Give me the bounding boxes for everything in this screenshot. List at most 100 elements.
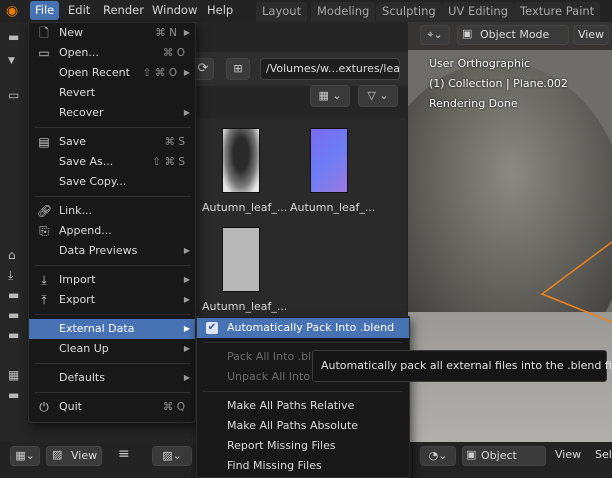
folder-icon[interactable]: ▬ — [8, 30, 19, 44]
tab-texture-paint[interactable]: Texture Paint — [514, 2, 601, 22]
submenu-arrow-icon: ▶ — [183, 295, 190, 304]
menu-item-auto-pack[interactable]: ✔ Automatically Pack Into .blend — [197, 318, 409, 338]
tab-sculpting[interactable]: Sculpting — [376, 2, 442, 22]
menu-help[interactable]: Help — [202, 1, 238, 20]
menu-separator — [203, 342, 403, 343]
menu-item-save-as[interactable]: Save As... ⇧ ⌘ S — [29, 152, 195, 172]
menu-item-data-previews[interactable]: Data Previews ▶ — [29, 241, 195, 261]
view-menu-bottom[interactable]: View — [555, 448, 581, 461]
menu-item-label: Defaults — [59, 371, 105, 384]
menu-item-open[interactable]: ▭ Open... ⌘ O — [29, 43, 195, 63]
shortcut-label: ⌘ Q — [162, 401, 185, 413]
file-browser-header: ⟳ ⊞ /Volumes/w...extures/leaf/ — [192, 52, 408, 86]
folder-icon-5[interactable]: ▬ — [8, 388, 19, 402]
menu-window[interactable]: Window — [147, 1, 202, 20]
viewport-info-line: User Orthographic — [429, 57, 531, 70]
image-icon[interactable]: ▦ — [8, 368, 19, 382]
collapse-arrow-icon[interactable]: ▼ — [8, 56, 15, 66]
path-field[interactable]: /Volumes/w...extures/leaf/ — [260, 58, 400, 80]
menu-item-label: Link... — [59, 204, 93, 217]
thumbnail-label: Autumn_leaf_... — [290, 201, 376, 214]
menu-item-link[interactable]: 🔗︎ Link... — [29, 201, 195, 221]
menu-item-quit[interactable]: ⏻ Quit ⌘ Q — [29, 397, 195, 417]
checkbox-checked-icon[interactable]: ✔ — [206, 322, 218, 334]
blender-logo-icon[interactable]: ◉ — [6, 3, 24, 19]
object-icon: ▣ — [466, 448, 477, 461]
left-toolbar: ▬ ▼ ▭ ⌂ ⤓ ▬ ▬ ▬ ▦ ▬ — [0, 22, 28, 442]
menu-item-find-missing-files[interactable]: Find Missing Files — [197, 456, 409, 476]
menu-item-label: Clean Up — [59, 342, 109, 355]
tab-modeling[interactable]: Modeling — [311, 2, 376, 22]
menu-item-label: Export — [59, 293, 96, 306]
menu-render[interactable]: Render — [98, 1, 149, 20]
shortcut-label: ⌘ O — [162, 47, 185, 59]
filter-dropdown[interactable]: ▽ ⌄ — [358, 85, 398, 107]
append-icon: ⎘ — [39, 224, 49, 238]
menu-item-label: Find Missing Files — [227, 459, 322, 472]
menu-item-make-paths-absolute[interactable]: Make All Paths Absolute — [197, 416, 409, 436]
menu-item-label: Open Recent — [59, 66, 130, 79]
menu-item-label: External Data — [59, 322, 135, 335]
menu-item-label: Revert — [59, 86, 96, 99]
menu-item-label: Append... — [59, 224, 112, 237]
submenu-arrow-icon: ▶ — [183, 344, 190, 353]
submenu-arrow-icon: ▶ — [183, 324, 190, 333]
folder-icon-4[interactable]: ▬ — [8, 328, 19, 342]
view-menu[interactable]: View — [573, 25, 609, 45]
menu-item-label: Save As... — [59, 155, 114, 168]
folder-icon-3[interactable]: ▬ — [8, 308, 19, 322]
menu-item-append[interactable]: ⎘ Append... — [29, 221, 195, 241]
mode-label: Object Mode — [480, 28, 550, 41]
menu-item-defaults[interactable]: Defaults ▶ — [29, 368, 195, 388]
folder-open-icon: ▭ — [38, 46, 50, 60]
mode-dropdown[interactable]: Object Mode — [457, 25, 569, 45]
home-icon[interactable]: ⌂ — [8, 248, 16, 262]
menu-file[interactable]: File — [30, 1, 60, 20]
shortcut-label: ⇧ ⌘ O — [142, 67, 177, 79]
menu-item-report-missing-files[interactable]: Report Missing Files — [197, 436, 409, 456]
submenu-arrow-icon: ▶ — [183, 68, 190, 77]
tooltip: Automatically pack all external files in… — [312, 350, 612, 382]
viewport-editor-type-dropdown[interactable]: ◔⌄ — [420, 446, 456, 466]
menu-item-save-copy[interactable]: Save Copy... — [29, 172, 195, 192]
folder-icon-2[interactable]: ▬ — [8, 288, 19, 302]
menu-item-label: Quit — [59, 400, 82, 413]
thumbnail-leaf-normal[interactable] — [310, 128, 348, 193]
link-icon: 🔗︎ — [37, 204, 53, 218]
thumbnail-leaf-gray[interactable] — [222, 227, 260, 292]
thumbnail-leaf-diffuse[interactable] — [222, 128, 260, 193]
menu-separator — [35, 127, 191, 128]
export-icon: ⤒ — [41, 293, 47, 307]
menu-separator — [35, 392, 191, 393]
menu-item-clean-up[interactable]: Clean Up ▶ — [29, 339, 195, 359]
submenu-arrow-icon: ▶ — [183, 246, 190, 255]
menu-item-label: Save Copy... — [59, 175, 127, 188]
menu-separator — [35, 265, 191, 266]
new-folder-button[interactable]: ⊞ — [226, 58, 250, 80]
menu-item-label: Recover — [59, 106, 104, 119]
menu-edit[interactable]: Edit — [63, 1, 95, 20]
select-menu-bottom[interactable]: Sele — [595, 448, 612, 461]
menu-item-export[interactable]: ⤒ Export ▶ — [29, 290, 195, 310]
menu-separator — [35, 363, 191, 364]
editor-type-dropdown[interactable]: ▦⌄ — [10, 446, 40, 466]
menu-item-label: Data Previews — [59, 244, 138, 257]
menu-item-open-recent[interactable]: Open Recent ⇧ ⌘ O ▶ — [29, 63, 195, 83]
menu-item-recover[interactable]: Recover ▶ — [29, 103, 195, 123]
tab-layout[interactable]: Layout — [256, 2, 308, 22]
monitor-icon[interactable]: ▭ — [8, 88, 19, 102]
hamburger-menu-icon[interactable]: ≡ — [118, 446, 130, 462]
tab-uv-editing[interactable]: UV Editing — [442, 2, 514, 22]
menu-item-new[interactable]: 🗋 New ⌘ N ▶ — [29, 23, 195, 43]
menu-item-import[interactable]: ⤓ Import ▶ — [29, 270, 195, 290]
menu-item-external-data[interactable]: External Data ▶ — [29, 319, 195, 339]
shortcut-label: ⌘ S — [164, 136, 185, 148]
transform-pivot-dropdown[interactable]: ⌖⌄ — [420, 25, 450, 45]
menu-item-save[interactable]: ▤ Save ⌘ S — [29, 132, 195, 152]
download-icon[interactable]: ⤓ — [8, 268, 13, 283]
menu-item-make-paths-relative[interactable]: Make All Paths Relative — [197, 396, 409, 416]
display-mode-dropdown[interactable]: ▦ ⌄ — [310, 85, 350, 107]
submenu-arrow-icon: ▶ — [183, 275, 190, 284]
menu-item-revert[interactable]: Revert — [29, 83, 195, 103]
image-browse-dropdown[interactable]: ▨⌄ — [152, 446, 192, 466]
